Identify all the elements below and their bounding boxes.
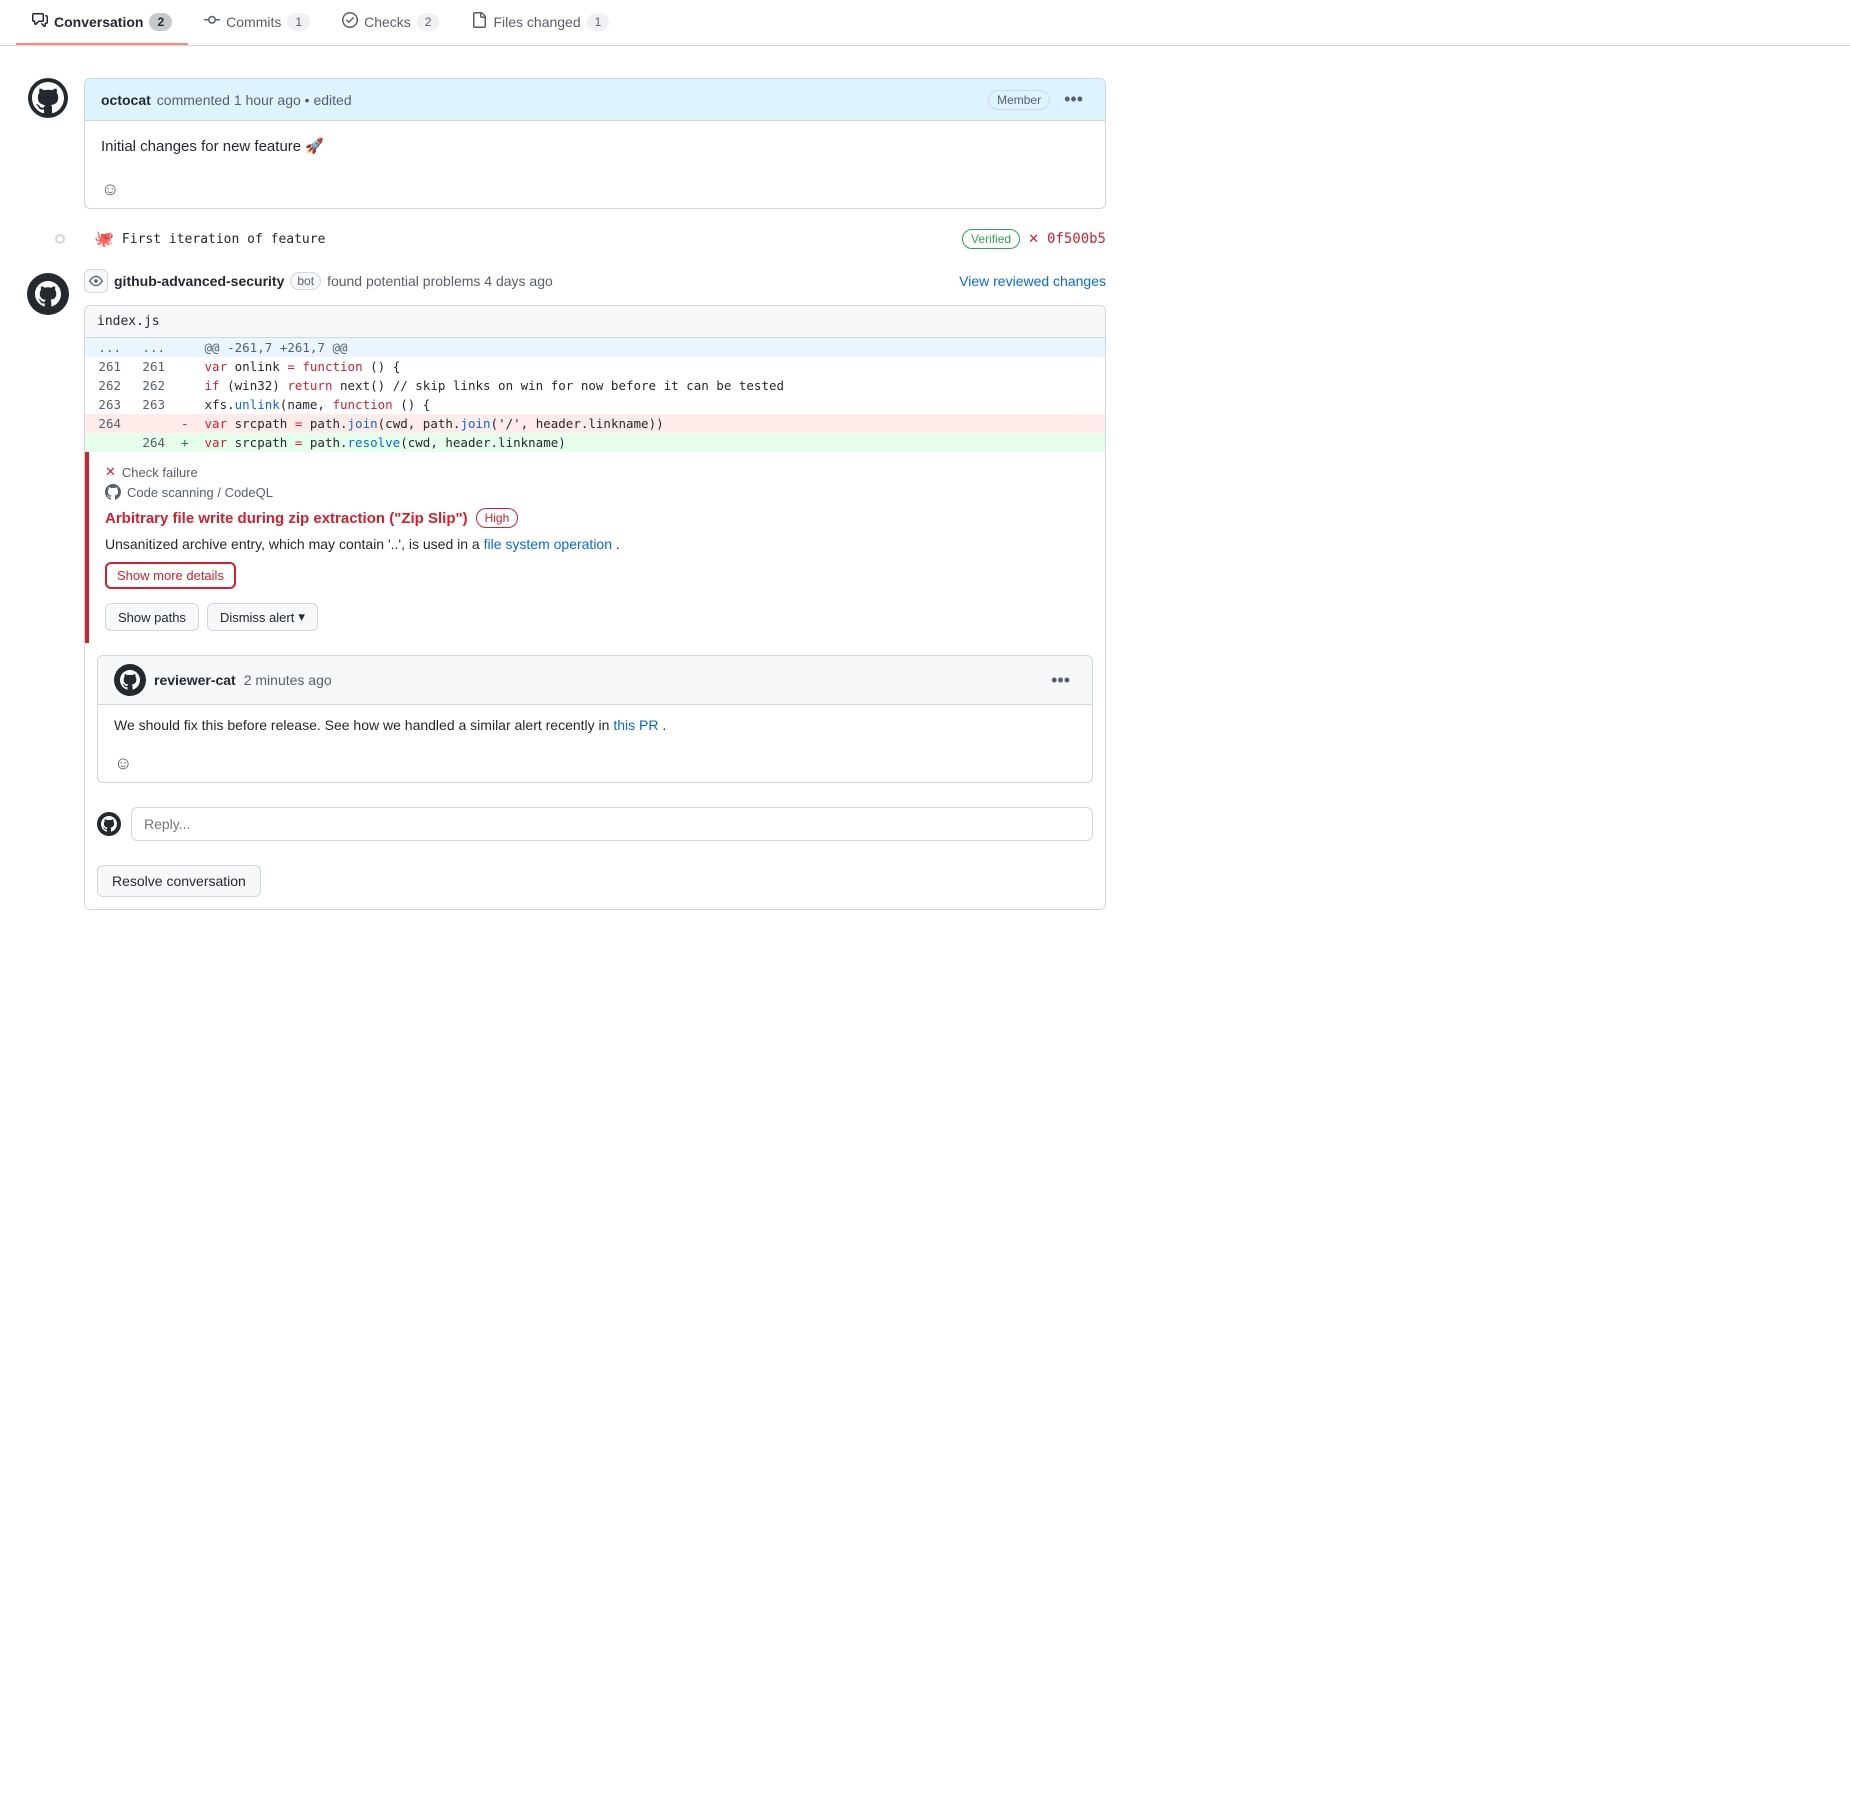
octocat-comment-header: octocat commented 1 hour ago • edited Me… [85,79,1105,121]
show-more-details-button[interactable]: Show more details [105,562,236,589]
diff-line-264-add: 264 + var srcpath = path.resolve(cwd, he… [85,433,1105,452]
commit-octocat-icon: 🐙 [94,229,114,249]
alert-desc-end: . [616,536,620,552]
review-action: found potential problems 4 days ago [327,273,553,289]
alert-title-row: ✕ Check failure [105,464,1089,480]
reviewer-username[interactable]: reviewer-cat [154,672,236,688]
reviewer-avatar [114,664,146,696]
alert-source-label: Code scanning / CodeQL [127,485,273,500]
files-changed-icon [471,12,487,31]
tab-files-changed-badge: 1 [587,13,610,31]
octocat-comment-footer: ☺ [85,171,1105,208]
eye-icon[interactable] [84,269,108,293]
octocat-comment-box: octocat commented 1 hour ago • edited Me… [84,78,1106,209]
reply-avatar [97,812,121,836]
reviewer-more-menu[interactable]: ••• [1045,668,1076,693]
diff-filename: index.js [85,306,1105,338]
github-logo-avatar [27,273,69,315]
high-severity-badge: High [476,508,519,528]
octocat-avatar [28,78,68,118]
reviewer-comment-body: We should fix this before release. See h… [98,705,1092,745]
alert-heading: Arbitrary file write during zip extracti… [105,508,1089,528]
reviewer-comment-header: reviewer-cat 2 minutes ago ••• [98,656,1092,705]
alert-heading-text: Arbitrary file write during zip extracti… [105,510,468,527]
alert-actions: Show paths Dismiss alert ▾ [105,603,1089,631]
dismiss-alert-label: Dismiss alert [220,610,294,625]
tab-conversation-label: Conversation [54,14,143,30]
reply-area [85,795,1105,853]
diff-line-264-del: 264 - var srcpath = path.join(cwd, path.… [85,414,1105,433]
alert-desc-plain: Unsanitized archive entry, which may con… [105,536,480,552]
review-section: github-advanced-security bot found poten… [24,257,1106,922]
commit-hash[interactable]: 0f500b5 [1047,231,1106,247]
reviewer-comment-footer: ☺ [98,745,1092,782]
resolve-conversation-button[interactable]: Resolve conversation [97,865,261,897]
octocat-more-menu[interactable]: ••• [1058,87,1089,112]
octocat-comment-time: commented 1 hour ago • edited [157,92,352,108]
reply-input[interactable] [131,807,1093,841]
bot-badge: bot [290,272,321,290]
verified-badge: Verified [962,229,1020,249]
dismiss-alert-button[interactable]: Dismiss alert ▾ [207,603,318,631]
dropdown-arrow-icon: ▾ [298,609,305,625]
view-reviewed-changes-link[interactable]: View reviewed changes [959,273,1106,289]
tab-commits-badge: 1 [287,13,310,31]
checks-icon [342,12,358,31]
member-badge: Member [988,90,1050,110]
diff-line-262: 262 262 if (win32) return next() // skip… [85,376,1105,395]
commit-message: First iteration of feature [122,232,326,247]
diff-header-label: @@ -261,7 +261,7 @@ [197,338,1105,357]
reviewer-body-suffix: . [662,717,666,733]
review-author[interactable]: github-advanced-security [114,273,284,289]
x-icon: ✕ [1028,231,1039,247]
tab-checks-badge: 2 [417,13,440,31]
octocat-comment-section: octocat commented 1 hour ago • edited Me… [24,66,1106,221]
tab-checks-label: Checks [364,14,411,30]
resolve-area: Resolve conversation [85,853,1105,909]
x-failure-icon: ✕ [105,464,116,480]
reviewer-comment: reviewer-cat 2 minutes ago ••• We should… [97,655,1093,783]
alert-failure-label: Check failure [122,465,198,480]
conversation-icon [32,12,48,31]
alert-source: Code scanning / CodeQL [105,484,1089,500]
commit-dot [55,234,65,244]
alert-box: ✕ Check failure Code scanning / CodeQL A… [85,452,1105,643]
diff-num-old: ... [85,338,129,357]
tab-checks[interactable]: Checks 2 [326,0,455,45]
tab-conversation[interactable]: Conversation 2 [16,0,188,45]
tab-files-changed-label: Files changed [493,14,580,30]
commit-row: 🐙 First iteration of feature Verified ✕ … [24,221,1106,257]
reviewer-time: 2 minutes ago [244,672,332,688]
octocat-username[interactable]: octocat [101,92,151,108]
diff-table: ... ... @@ -261,7 +261,7 @@ 261 261 var … [85,338,1105,452]
alert-link[interactable]: file system operation [484,536,612,552]
tab-commits[interactable]: Commits 1 [188,0,326,45]
reviewer-body-prefix: We should fix this before release. See h… [114,717,609,733]
diff-num-new: ... [129,338,173,357]
tab-files-changed[interactable]: Files changed 1 [455,0,625,45]
review-header: github-advanced-security bot found poten… [84,269,1106,293]
reviewer-pr-link[interactable]: this PR [613,717,658,733]
tab-conversation-badge: 2 [149,13,172,31]
reviewer-emoji-button[interactable]: ☺ [114,753,132,774]
diff-line-263: 263 263 xfs.unlink(name, function () { [85,395,1105,414]
diff-line-261: 261 261 var onlink = function () { [85,357,1105,376]
octocat-comment-body: Initial changes for new feature 🚀 [85,121,1105,171]
tabs-bar: Conversation 2 Commits 1 Checks 2 Files … [0,0,1850,46]
show-paths-button[interactable]: Show paths [105,603,199,631]
emoji-reaction-button[interactable]: ☺ [101,179,119,200]
commits-icon [204,12,220,31]
tab-commits-label: Commits [226,14,281,30]
octocat-comment-text: Initial changes for new feature 🚀 [101,138,324,155]
code-diff: index.js ... ... @@ -261,7 +261,7 @@ 261 [84,305,1106,910]
alert-description: Unsanitized archive entry, which may con… [105,536,1089,552]
diff-header-row: ... ... @@ -261,7 +261,7 @@ [85,338,1105,357]
